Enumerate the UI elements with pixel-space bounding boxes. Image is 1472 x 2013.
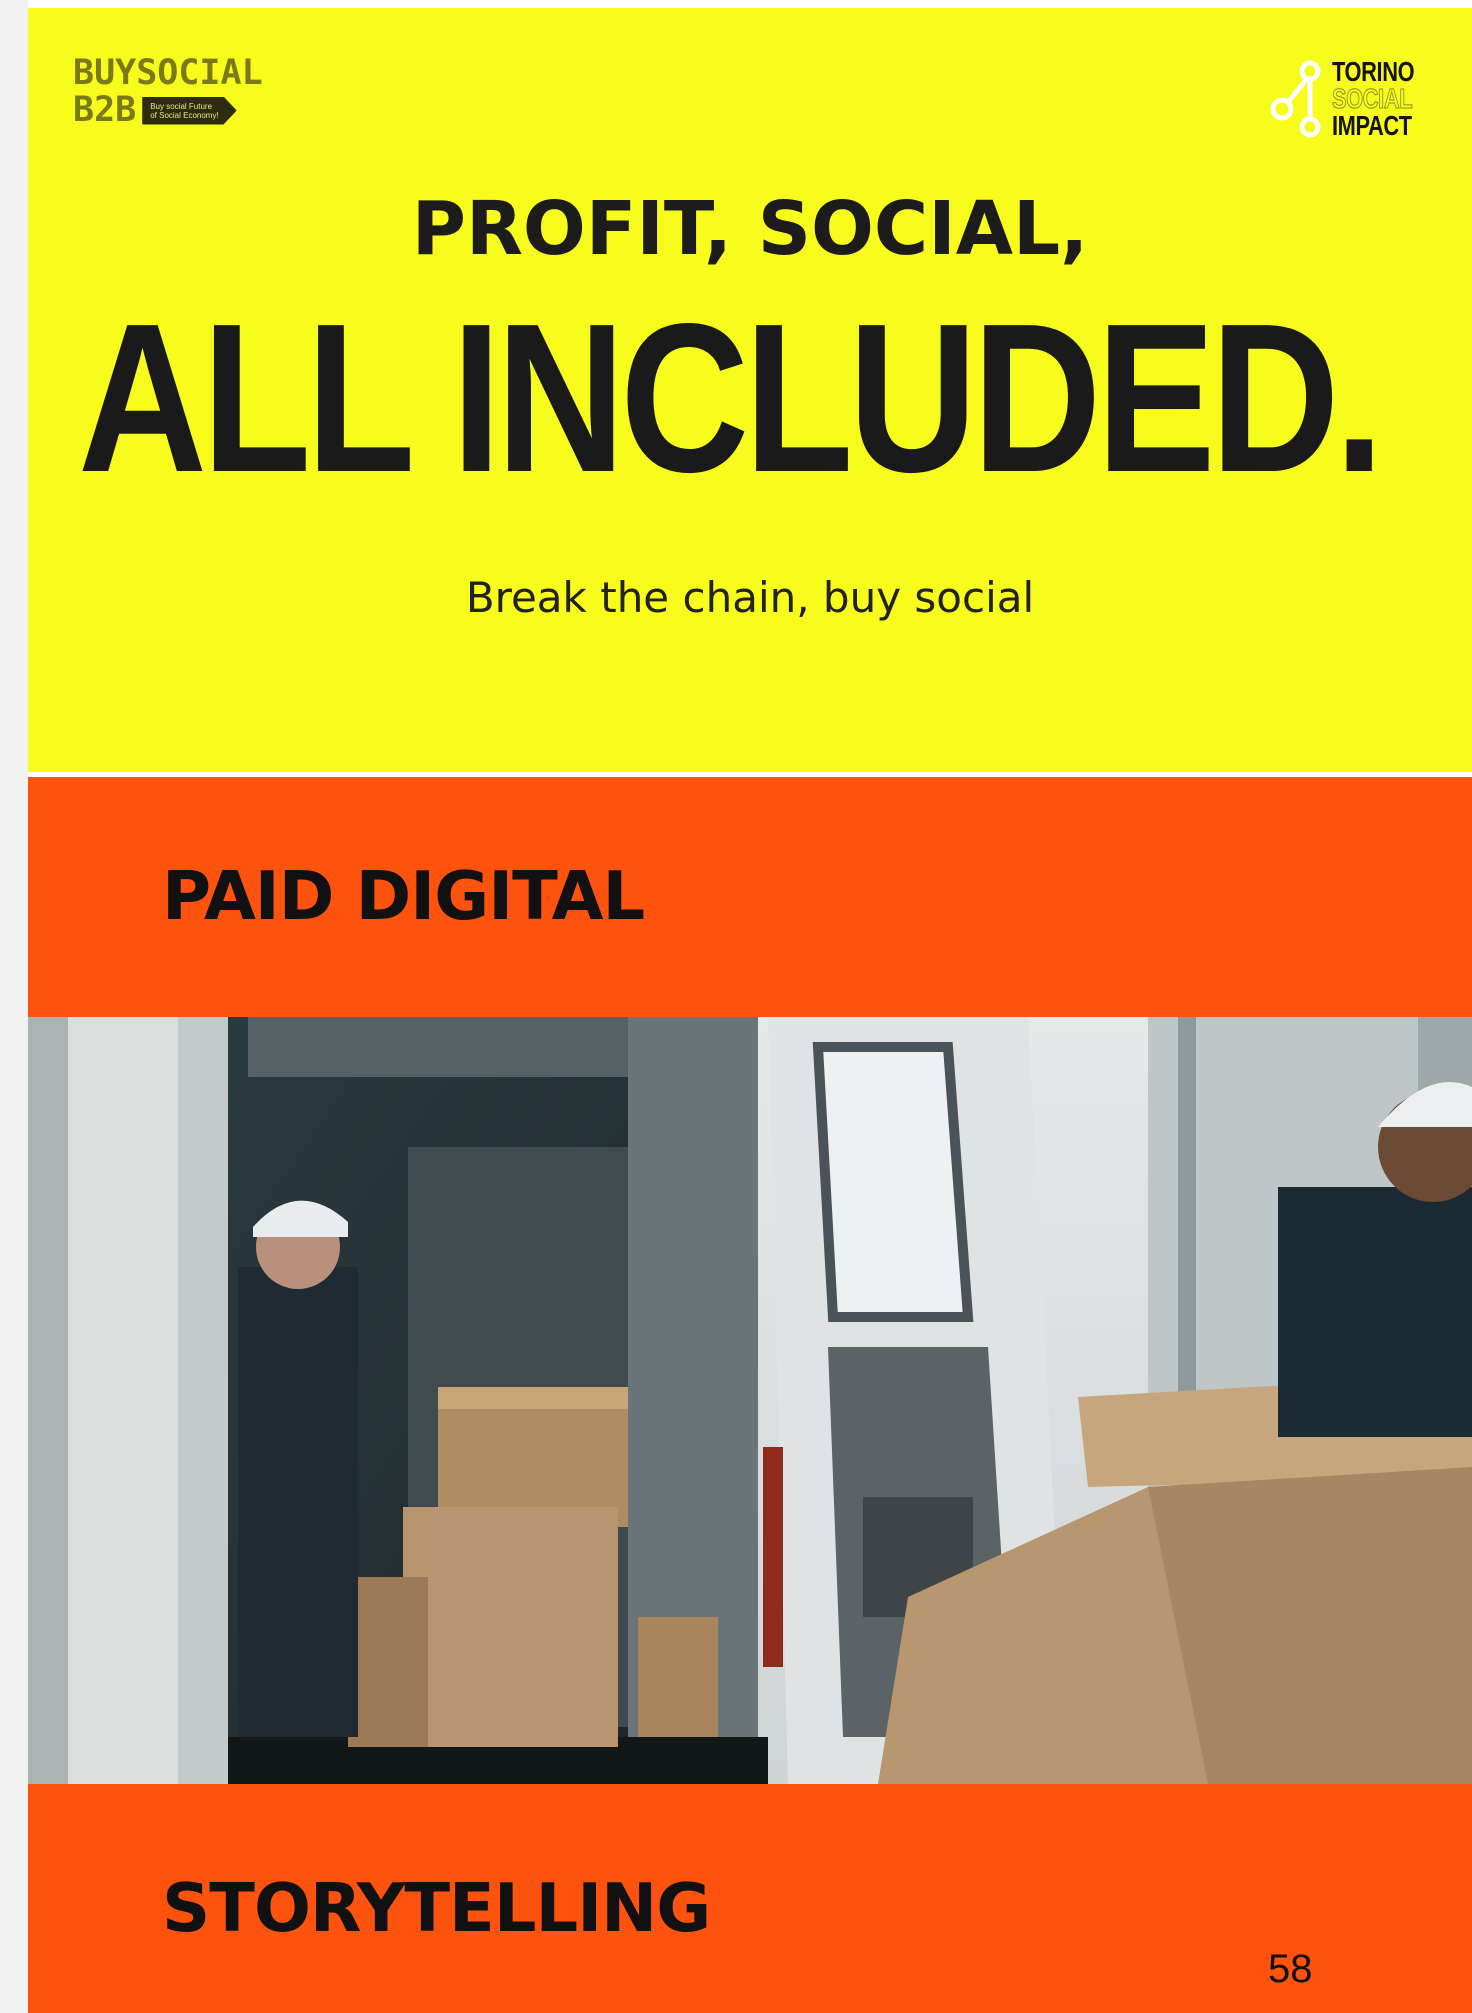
delivery-van-illustration — [28, 1017, 1472, 1784]
logo-left-line2: B2B — [73, 90, 137, 130]
logo-left-tag-line1: Buy social Future — [150, 101, 213, 111]
network-nodes-icon — [1270, 60, 1321, 138]
storytelling-heading: STORYTELLING — [162, 1869, 711, 1947]
paid-digital-heading: PAID DIGITAL — [162, 857, 645, 935]
banner-tagline: Break the chain, buy social — [465, 573, 1035, 622]
buysocial-b2b-logo: BUYSOCIAL B2B Buy social Future of Socia… — [73, 56, 263, 128]
logo-right-words: TORINO SOCIAL IMPACT — [1331, 55, 1415, 141]
storytelling-section: STORYTELLING 58 — [28, 1784, 1472, 2013]
campaign-banner: BUYSOCIAL B2B Buy social Future of Socia… — [28, 8, 1472, 772]
headline-big-wrapper: ALL INCLUDED. — [28, 278, 1472, 518]
logo-right-word3: IMPACT — [1331, 109, 1412, 141]
headline-small: PROFIT, SOCIAL, — [411, 186, 1089, 272]
logo-left-tag-line2: of Social Economy! — [150, 110, 219, 120]
logo-right-word1: TORINO — [1331, 55, 1415, 87]
logo-left-line1: BUYSOCIAL — [73, 53, 263, 93]
logo-left-tag: Buy social Future of Social Economy! — [142, 96, 237, 125]
headline-big: ALL INCLUDED. — [78, 279, 1384, 516]
torino-social-impact-logo: TORINO SOCIAL IMPACT — [1270, 55, 1437, 141]
delivery-van-photo — [28, 1017, 1472, 1784]
document-page: BUYSOCIAL B2B Buy social Future of Socia… — [28, 0, 1472, 2013]
page-number: 58 — [1268, 1947, 1313, 1991]
logo-right-word2: SOCIAL — [1331, 82, 1412, 114]
logo-left-row2: B2B Buy social Future of Social Economy! — [73, 93, 263, 128]
paid-digital-section: PAID DIGITAL — [28, 777, 1472, 1017]
